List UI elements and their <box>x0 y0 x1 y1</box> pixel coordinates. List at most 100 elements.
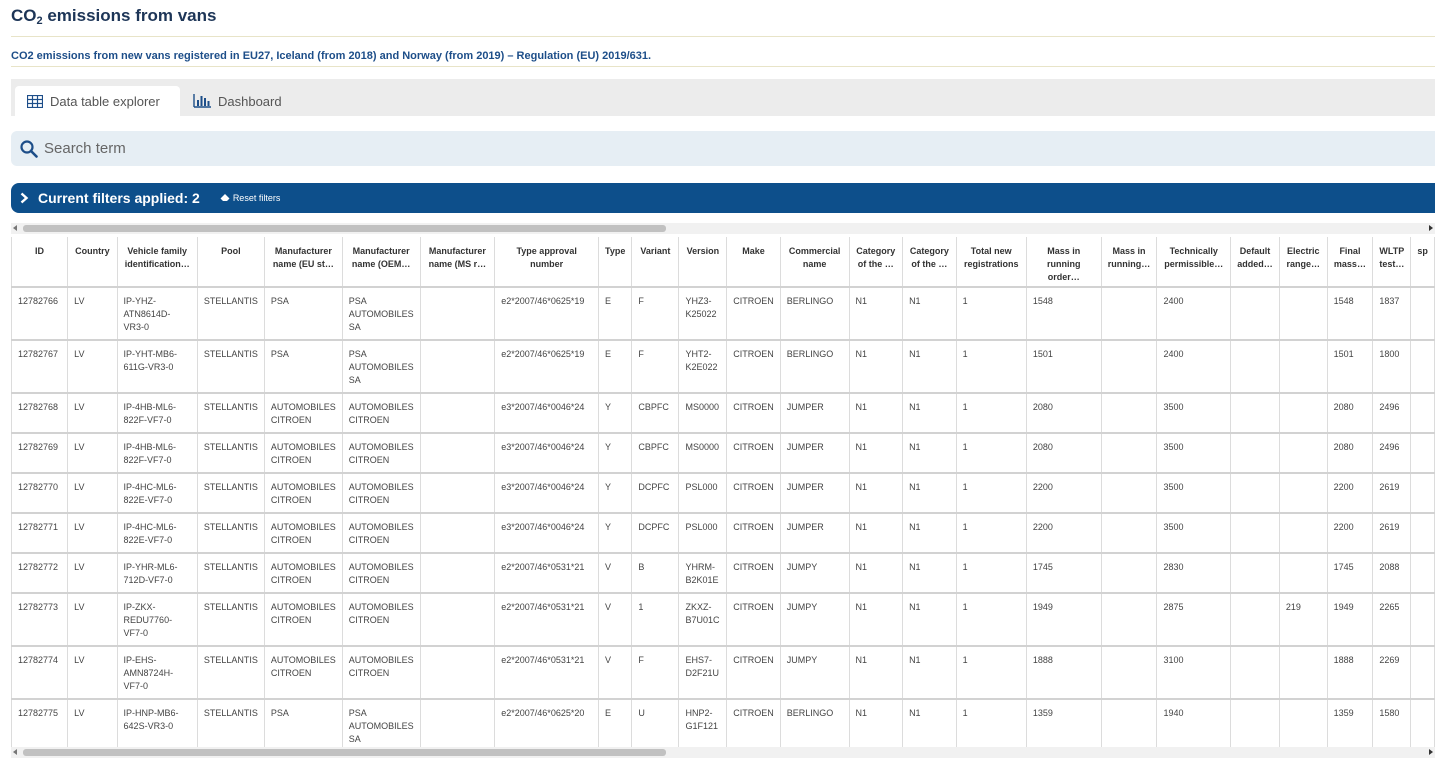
column-header[interactable]: ID <box>11 237 69 288</box>
table-cell: 1 <box>956 593 1027 647</box>
column-header[interactable]: Category of the … <box>849 237 904 288</box>
column-header[interactable]: Pool <box>197 237 265 288</box>
chevron-right-icon[interactable] <box>20 192 29 204</box>
reset-filters-button[interactable]: Reset filters <box>220 193 281 203</box>
column-header[interactable]: sp <box>1410 237 1435 288</box>
tab-dashboard[interactable]: Dashboard <box>181 86 294 116</box>
scroll-left-arrow-icon[interactable] <box>13 225 17 231</box>
scrollbar-thumb[interactable] <box>23 749 666 756</box>
scrollbar-thumb[interactable] <box>23 225 666 232</box>
table-cell: 1501 <box>1327 340 1374 394</box>
table-cell: 12782766 <box>11 287 69 341</box>
column-header[interactable]: Make <box>726 237 781 288</box>
table-cell: 1359 <box>1327 699 1374 749</box>
table-cell: LV <box>67 593 118 647</box>
table-cell: 1949 <box>1026 593 1102 647</box>
column-header[interactable]: WLTP test… <box>1372 237 1412 288</box>
bar-chart-icon <box>193 94 211 108</box>
table-cell: Y <box>598 393 633 434</box>
table-row[interactable]: 12782774 LV IP-EHS-AMN8724H-VF7-0 STELLANTI… <box>11 646 1435 700</box>
table-cell: 2200 <box>1327 473 1374 514</box>
column-header[interactable]: Type approval number <box>494 237 600 288</box>
column-header[interactable]: Default added… <box>1230 237 1280 288</box>
column-header[interactable]: Version <box>678 237 728 288</box>
table-cell: 1 <box>956 340 1027 394</box>
table-cell <box>1230 553 1280 594</box>
column-header[interactable]: Commercial name <box>780 237 850 288</box>
table-cell: PSA <box>264 287 343 341</box>
column-header[interactable]: Manufacturer name (OEM… <box>342 237 421 288</box>
table-cell: e3*2007/46*0046*24 <box>494 513 600 554</box>
column-header[interactable]: Electric range… <box>1279 237 1328 288</box>
column-header[interactable]: Mass in running… <box>1101 237 1158 288</box>
table-row[interactable]: 12782771 LV IP-4HC-ML6-822E-VF7-0 STELLANTI… <box>11 513 1435 554</box>
table-cell: JUMPER <box>780 393 850 434</box>
table-cell: 2496 <box>1372 393 1412 434</box>
table-row[interactable]: 12782773 LV IP-ZKX-REDU7760-VF7-0 STELLANTI… <box>11 593 1435 647</box>
table-cell: CBPFC <box>631 433 680 474</box>
table-row[interactable]: 12782775 LV IP-HNP-MB6-642S-VR3-0 STELLANTI… <box>11 699 1435 749</box>
table-cell: AUTOMOBILES CITROEN <box>342 646 421 700</box>
column-header[interactable]: Technically permissible… <box>1156 237 1232 288</box>
table-cell: 3500 <box>1156 513 1232 554</box>
column-header[interactable]: Category of the … <box>902 237 957 288</box>
table-header-row: ID Country Vehicle family identification… P… <box>11 237 1435 288</box>
tab-data-table-explorer[interactable]: Data table explorer <box>15 86 180 116</box>
table-cell <box>1279 340 1328 394</box>
table-row[interactable]: 12782767 LV IP-YHT-MB6-611G-VR3-0 STELLANTI… <box>11 340 1435 394</box>
table-cell: BERLINGO <box>780 340 850 394</box>
column-header[interactable]: Manufacturer name (MS r… <box>420 237 496 288</box>
column-header[interactable]: Variant <box>631 237 680 288</box>
column-header[interactable]: Type <box>598 237 633 288</box>
table-cell: AUTOMOBILES CITROEN <box>264 513 343 554</box>
table-row[interactable]: 12782768 LV IP-4HB-ML6-822F-VF7-0 STELLANTI… <box>11 393 1435 434</box>
table-cell: IP-YHZ-ATN8614D-VR3-0 <box>117 287 198 341</box>
filters-bar[interactable]: Current filters applied: 2 Reset filters <box>11 183 1435 213</box>
table-cell <box>1410 593 1435 647</box>
column-header[interactable]: Country <box>67 237 118 288</box>
table-row[interactable]: 12782770 LV IP-4HC-ML6-822E-VF7-0 STELLANTI… <box>11 473 1435 514</box>
horizontal-scrollbar-bottom[interactable] <box>11 747 1435 758</box>
table-cell <box>1279 393 1328 434</box>
table-row[interactable]: 12782766 LV IP-YHZ-ATN8614D-VR3-0 STELLANTI… <box>11 287 1435 341</box>
column-header[interactable]: Final mass… <box>1327 237 1374 288</box>
table-cell: e3*2007/46*0046*24 <box>494 433 600 474</box>
scroll-right-arrow-icon[interactable] <box>1429 749 1433 755</box>
table-cell <box>420 593 496 647</box>
table-cell: LV <box>67 646 118 700</box>
table-cell: PSA AUTOMOBILES SA <box>342 340 421 394</box>
table-cell: N1 <box>849 513 904 554</box>
table-row[interactable]: 12782769 LV IP-4HB-ML6-822F-VF7-0 STELLANTI… <box>11 433 1435 474</box>
table-cell: e2*2007/46*0531*21 <box>494 553 600 594</box>
table-cell: 1548 <box>1026 287 1102 341</box>
table-cell: N1 <box>902 553 957 594</box>
reset-filters-label: Reset filters <box>232 193 281 203</box>
table-cell: 2830 <box>1156 553 1232 594</box>
table-cell: 2496 <box>1372 433 1412 474</box>
search-input[interactable] <box>42 139 646 158</box>
column-header[interactable]: Total new registrations <box>956 237 1027 288</box>
table-cell: N1 <box>849 433 904 474</box>
table-cell: F <box>631 340 680 394</box>
table-cell: CITROEN <box>726 699 781 749</box>
table-cell: CITROEN <box>726 646 781 700</box>
table-cell: 1745 <box>1026 553 1102 594</box>
tab-bar: Data table explorer Dashboard <box>11 79 1435 116</box>
table-cell: 2080 <box>1327 433 1374 474</box>
column-header[interactable]: Manufacturer name (EU st… <box>264 237 343 288</box>
data-table-container: ID Country Vehicle family identification… P… <box>11 237 1435 749</box>
page-title: CO2 emissions from vans <box>11 6 217 27</box>
table-row[interactable]: 12782772 LV IP-YHR-ML6-712D-VF7-0 STELLANTI… <box>11 553 1435 594</box>
scroll-right-arrow-icon[interactable] <box>1429 225 1433 231</box>
scroll-left-arrow-icon[interactable] <box>13 749 17 755</box>
table-cell: 2200 <box>1026 473 1102 514</box>
table-cell: 2265 <box>1372 593 1412 647</box>
table-cell: PSA <box>264 340 343 394</box>
table-cell: 12782773 <box>11 593 69 647</box>
column-header[interactable]: Mass in running order… <box>1026 237 1102 288</box>
table-cell: LV <box>67 473 118 514</box>
horizontal-scrollbar-top[interactable] <box>11 223 1435 234</box>
table-cell: LV <box>67 340 118 394</box>
table-cell: STELLANTIS <box>197 473 265 514</box>
column-header[interactable]: Vehicle family identification… <box>117 237 198 288</box>
